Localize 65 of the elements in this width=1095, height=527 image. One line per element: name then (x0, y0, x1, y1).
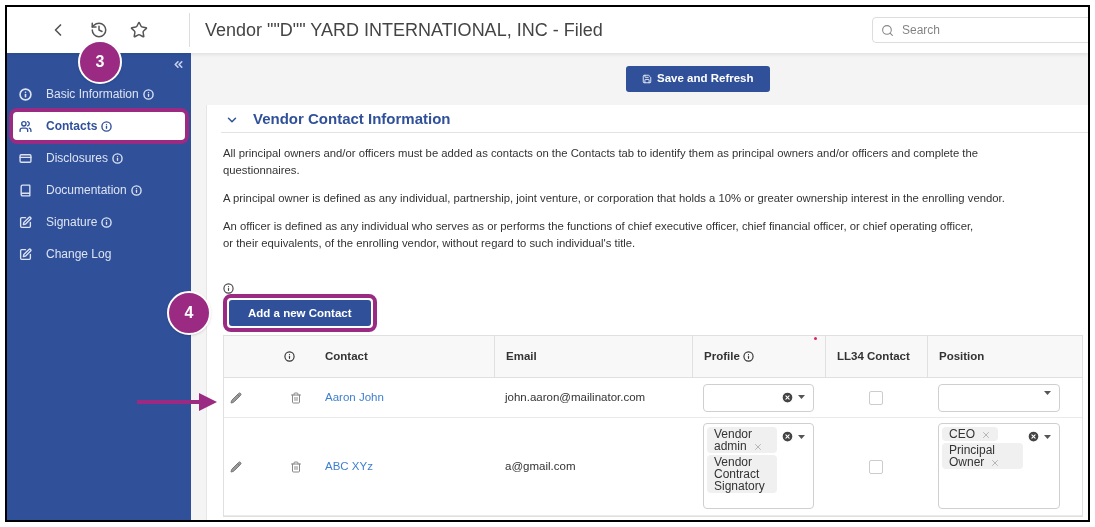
info-icon (19, 87, 32, 101)
column-header[interactable]: Contact (314, 336, 494, 377)
save-button[interactable]: Save and Refresh (626, 66, 770, 92)
paragraph: All principal owners and/or officers must be added as contacts on the Contacts tab to identify them as principal owners and/or officers and complete the questionnaires. (223, 146, 979, 178)
tag: CEO (942, 427, 998, 441)
sidebar-item[interactable]: Signature (13, 208, 185, 236)
caret-icon[interactable] (798, 395, 805, 399)
caret-icon[interactable] (1044, 390, 1051, 395)
column-header[interactable]: Position (927, 336, 1074, 377)
users-icon (19, 119, 32, 133)
column-header[interactable]: Profile (692, 336, 825, 377)
sidebar-item[interactable]: Change Log (13, 240, 185, 268)
column-header[interactable]: LL34 Contact (825, 336, 927, 377)
select-field[interactable] (938, 383, 1060, 412)
tag: Principal Owner (942, 443, 1023, 469)
add-contact-button[interactable]: Add a new Contact (229, 300, 371, 327)
info-icon (223, 283, 234, 294)
contact-link[interactable]: Aaron John (325, 388, 384, 407)
step-badge: 3 (78, 40, 122, 84)
history-icon[interactable] (90, 21, 108, 39)
checkbox[interactable] (869, 459, 883, 474)
checkbox[interactable] (869, 390, 883, 405)
select-field[interactable] (703, 383, 814, 412)
info-icon (284, 351, 295, 362)
paragraph: A principal owner is defined as any individual, partnership, joint venture, or corporation that holds a 10% or greater ownership interest in the enrolling vendor. (223, 191, 1006, 206)
tag: Vendor admin (707, 427, 777, 453)
sidebar-label: Change Log (46, 246, 112, 263)
sidebar-item[interactable]: Contacts (13, 112, 185, 140)
card-icon (19, 151, 32, 165)
edit-icon[interactable] (230, 460, 242, 473)
sidebar-label: Contacts (46, 118, 98, 135)
page-title: Vendor ""D"" YARD INTERNATIONAL, INC - Filed (205, 18, 603, 42)
edit-icon (19, 247, 32, 261)
info-icon (742, 351, 754, 362)
step-badge: 4 (167, 291, 211, 335)
sidebar-item[interactable]: Documentation (13, 176, 185, 204)
clear-icon[interactable] (1027, 430, 1040, 443)
contact-link[interactable]: ABC XYz (325, 457, 373, 476)
book-icon (19, 183, 32, 197)
star-icon[interactable] (130, 21, 148, 39)
save-icon (642, 74, 652, 84)
sidebar-item[interactable]: Disclosures (13, 144, 185, 172)
edit-icon (19, 215, 32, 229)
paragraph: An officer is defined as any individual who serves as or performs the functions of chief executive officer, chief financial officer, or chief operating officer, or their equivalents, of the enrolling vendor, without regard to such individual's title. (223, 219, 975, 251)
sidebar-label: Basic Information (46, 86, 139, 103)
section-title: Vendor Contact Information (253, 109, 451, 130)
collapse-icon[interactable] (172, 58, 185, 71)
sidebar-label: Documentation (46, 182, 127, 199)
clear-icon[interactable] (781, 430, 794, 443)
sidebar-label: Signature (46, 214, 98, 231)
caret-icon[interactable] (798, 434, 805, 439)
select-field[interactable]: CEO Principal Owner (938, 423, 1060, 509)
column-header[interactable]: Email (494, 336, 692, 377)
delete-icon[interactable] (290, 460, 302, 473)
caret-icon[interactable] (1044, 434, 1051, 439)
tag: Vendor Contract Signatory (707, 455, 777, 493)
search-field[interactable]: Search (872, 17, 1088, 43)
email-text: a@gmail.com (505, 458, 576, 474)
delete-icon[interactable] (290, 391, 302, 404)
select-field[interactable]: Vendor admin Vendor Contract Signatory (703, 423, 814, 509)
sidebar-label: Disclosures (46, 150, 108, 167)
search-icon (881, 24, 894, 37)
clear-icon[interactable] (781, 390, 794, 404)
email-text: john.aaron@mailinator.com (505, 389, 646, 405)
edit-icon[interactable] (230, 391, 242, 404)
